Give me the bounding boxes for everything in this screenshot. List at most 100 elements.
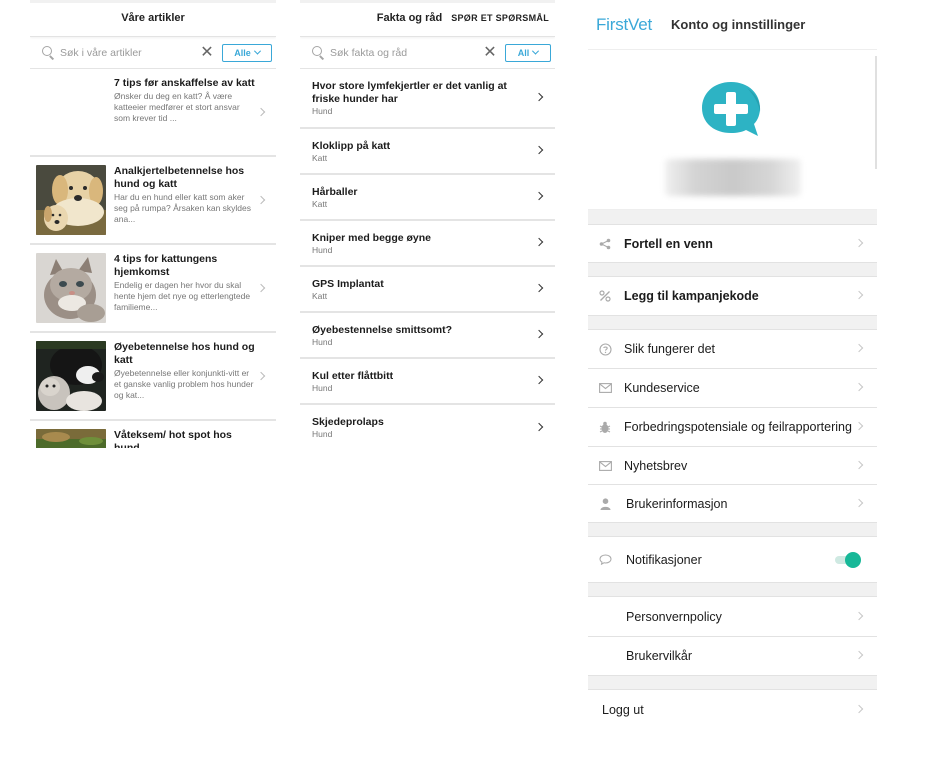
notifications-toggle[interactable]	[835, 551, 861, 568]
campaign-code-label: Legg til kampanjekode	[624, 289, 759, 303]
fact-title: GPS Implantat	[312, 277, 384, 290]
facts-filter-dropdown[interactable]: All	[505, 43, 551, 62]
speech-bubble-icon	[598, 553, 612, 567]
chevron-right-icon	[854, 343, 864, 353]
share-icon	[598, 237, 612, 251]
chevron-right-icon	[854, 650, 864, 660]
envelope-icon	[598, 459, 612, 473]
privacy-policy-label: Personvernpolicy	[626, 609, 722, 624]
percent-icon	[598, 289, 612, 303]
fact-title: Kul etter flåttbitt	[312, 369, 394, 382]
tell-friend-label: Fortell en venn	[624, 236, 713, 251]
newsletter-label: Nyhetsbrev	[624, 458, 688, 473]
search-icon	[42, 46, 55, 59]
grass-photo	[36, 429, 106, 448]
user-info-row[interactable]: Brukerinformasjon	[588, 485, 877, 523]
chevron-right-icon	[854, 382, 864, 392]
article-text: Analkjertelbetennelse hos hund og katt H…	[114, 165, 276, 225]
clear-search-icon[interactable]: ✕	[479, 44, 501, 61]
articles-search-input[interactable]	[55, 46, 196, 59]
dog-cat-photo	[36, 341, 106, 411]
filter-label: Alle	[234, 47, 251, 58]
chevron-right-icon	[854, 498, 864, 507]
fact-title: Øyebestennelse smittsomt?	[312, 323, 453, 336]
customer-service-label: Kundeservice	[624, 381, 700, 395]
article-title: 4 tips for kattungens hjemkomst	[114, 253, 218, 278]
article-text: Våteksem/ hot spot hos hund	[114, 429, 276, 448]
user-info-label: Brukerinformasjon	[626, 496, 728, 511]
firstvet-logo-icon	[702, 82, 761, 136]
facts-search-bar: ✕ All	[300, 37, 555, 69]
top-edge	[30, 0, 276, 3]
article-item[interactable]: 4 tips for kattungens hjemkomst Endelig …	[30, 245, 276, 333]
user-icon	[598, 497, 612, 511]
page-title: Konto og innstillinger	[671, 17, 806, 32]
filter-label: All	[517, 47, 530, 58]
fact-item[interactable]: Hvor store lymfekjertler er det vanlig a…	[300, 69, 555, 129]
fact-item[interactable]: GPS Implantat Katt	[300, 267, 555, 313]
tell-friend-row[interactable]: Fortell en venn	[588, 225, 877, 263]
chevron-right-icon	[854, 611, 864, 620]
article-title: Analkjertelbetennelse hos hund og katt	[114, 165, 245, 190]
customer-service-row[interactable]: Kundeservice	[588, 369, 877, 408]
feedback-label: Forbedringspotensiale og feilrapporterin…	[624, 420, 852, 434]
fact-title: Kloklipp på katt	[312, 139, 391, 152]
fact-item[interactable]: Kul etter flåttbitt Hund	[300, 359, 555, 405]
chevron-right-icon	[854, 238, 864, 247]
account-header: FirstVet Konto og innstillinger	[588, 0, 877, 50]
article-item[interactable]: Analkjertelbetennelse hos hund og katt H…	[30, 157, 276, 245]
privacy-policy-row[interactable]: Personvernpolicy	[588, 597, 877, 637]
article-item[interactable]: Øyebetennelse hos hund og katt Øyebetenn…	[30, 333, 276, 421]
fact-item[interactable]: Hårballer Katt	[300, 175, 555, 221]
fact-title: Kniper med begge øyne	[312, 231, 432, 244]
fact-item[interactable]: Skjedeprolaps Hund	[300, 405, 555, 448]
article-title: Våteksem/ hot spot hos hund	[114, 429, 232, 448]
chevron-down-icon	[253, 47, 261, 55]
article-title: Øyebetennelse hos hund og katt	[114, 341, 255, 366]
fact-category: Hund	[312, 429, 333, 439]
section-gap	[588, 583, 877, 597]
fact-item[interactable]: Kniper med begge øyne Hund	[300, 221, 555, 267]
fact-category: Hund	[312, 106, 333, 116]
terms-row[interactable]: Brukervilkår	[588, 637, 877, 676]
fact-category: Katt	[312, 290, 328, 301]
facts-header: Fakta og råd SPØR ET SPØRSMÅL	[300, 0, 555, 37]
articles-filter-dropdown[interactable]: Alle	[222, 43, 272, 62]
fact-item[interactable]: Øyebestennelse smittsomt? Hund	[300, 313, 555, 359]
newsletter-row[interactable]: Nyhetsbrev	[588, 447, 877, 485]
facts-search-input[interactable]	[325, 46, 479, 59]
campaign-code-row[interactable]: Legg til kampanjekode	[588, 277, 877, 316]
articles-search-bar: ✕ Alle	[30, 37, 276, 69]
section-gap	[588, 263, 877, 277]
fact-title: Hårballer	[312, 185, 358, 198]
kitten-photo	[36, 253, 106, 323]
clear-search-icon[interactable]: ✕	[196, 44, 218, 61]
ask-question-button[interactable]: SPØR ET SPØRSMÅL	[451, 13, 549, 23]
dogs-photo	[36, 165, 106, 235]
fact-category: Hund	[312, 244, 333, 255]
how-it-works-label: Slik fungerer det	[624, 342, 716, 356]
chevron-right-icon	[854, 704, 864, 713]
articles-header: Våre artikler	[30, 0, 276, 37]
notifications-row: Notifikasjoner	[588, 537, 877, 583]
fact-item[interactable]: Kloklipp på katt Katt	[300, 129, 555, 175]
profile-section	[588, 56, 877, 210]
top-edge	[300, 0, 555, 3]
article-excerpt: Øyebetennelse eller konjunkti-vitt er et…	[114, 368, 254, 400]
article-title: 7 tips før anskaffelse av katt	[114, 77, 255, 89]
account-screen: FirstVet Konto og innstillinger Fortell …	[588, 0, 877, 730]
fact-category: Katt	[312, 152, 328, 163]
article-item[interactable]: Våteksem/ hot spot hos hund	[30, 421, 276, 448]
article-text: Øyebetennelse hos hund og katt Øyebetenn…	[114, 341, 276, 401]
article-item[interactable]: 7 tips før anskaffelse av katt Ønsker du…	[30, 69, 276, 157]
logout-row[interactable]: Logg ut	[588, 690, 877, 729]
fact-title: Hvor store lymfekjertler er det vanlig a…	[312, 80, 507, 105]
how-it-works-row[interactable]: Slik fungerer det	[588, 330, 877, 369]
search-icon	[312, 46, 325, 59]
chevron-right-icon	[854, 290, 864, 300]
firstvet-logo-text: FirstVet	[596, 14, 653, 34]
section-gap	[588, 523, 877, 537]
logout-label: Logg ut	[602, 702, 644, 717]
feedback-row[interactable]: Forbedringspotensiale og feilrapporterin…	[588, 408, 877, 447]
bug-icon	[598, 420, 612, 434]
